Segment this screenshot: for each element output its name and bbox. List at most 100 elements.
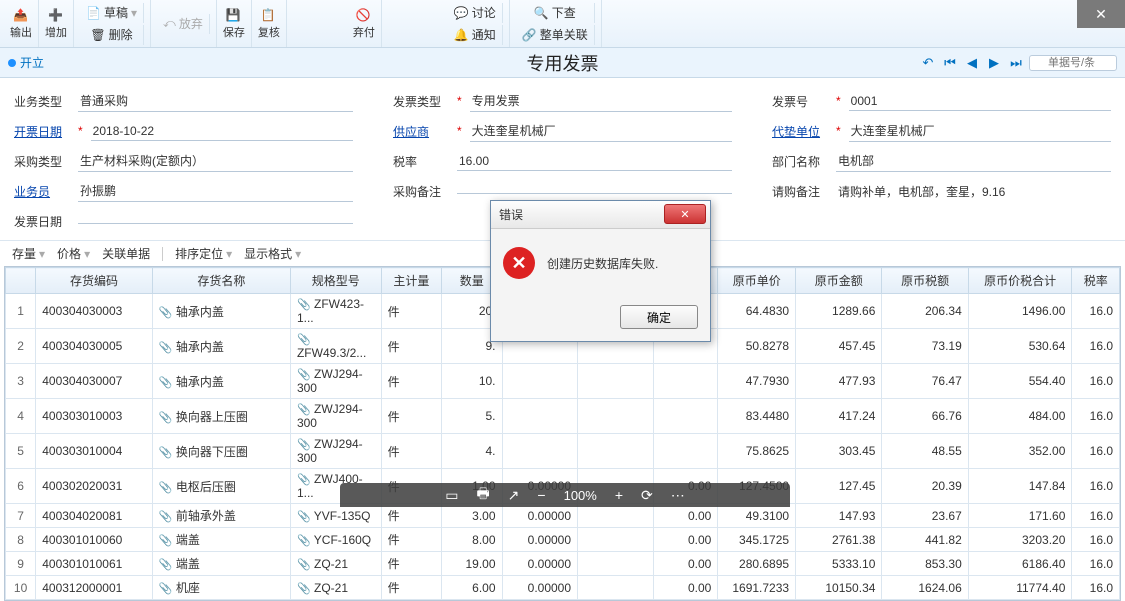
col-price[interactable]: 原币单价 (718, 268, 796, 294)
display-button[interactable]: 显示格式▾ (244, 245, 301, 262)
cell-h6[interactable]: 0.00000 (502, 552, 578, 576)
cell-total[interactable]: 554.40 (968, 364, 1072, 399)
cell-code[interactable]: 400303010003 (36, 399, 153, 434)
cell-price[interactable]: 47.7930 (718, 364, 796, 399)
cell-spec[interactable]: 📎 ZFW49.3/2... (290, 329, 381, 364)
cell-tax[interactable]: 206.34 (882, 294, 968, 329)
supplier-label[interactable]: 供应商 (393, 123, 449, 140)
cell-h8[interactable]: 0.00 (653, 576, 718, 600)
inv-date-label[interactable]: 开票日期 (14, 123, 70, 140)
cell-total[interactable]: 1496.00 (968, 294, 1072, 329)
zoom-rotate-icon[interactable]: ⟳ (641, 487, 653, 504)
col-name[interactable]: 存货名称 (152, 268, 290, 294)
cell-rate[interactable]: 16.0 (1072, 576, 1120, 600)
notify-button[interactable]: 🔔通知 (448, 25, 503, 45)
cell-rate[interactable]: 16.0 (1072, 504, 1120, 528)
cell-h7[interactable] (578, 552, 654, 576)
cell-h6[interactable]: 0.00000 (502, 504, 578, 528)
cell-spec[interactable]: 📎 ZWJ294-300 (290, 364, 381, 399)
dialog-ok-button[interactable]: 确定 (620, 305, 698, 329)
cell-price[interactable]: 280.6895 (718, 552, 796, 576)
col-rate[interactable]: 税率 (1072, 268, 1120, 294)
cell-name[interactable]: 📎 端盖 (152, 528, 290, 552)
cell-name[interactable]: 📎 轴承内盖 (152, 364, 290, 399)
table-row[interactable]: 5400303010004📎 换向器下压圈📎 ZWJ294-300件4.75.8… (6, 434, 1120, 469)
col-unit[interactable]: 主计量 (381, 268, 441, 294)
cell-unit[interactable]: 件 (381, 528, 441, 552)
table-row[interactable]: 7400304020081📎 前轴承外盖📎 YVF-135Q件3.000.000… (6, 504, 1120, 528)
cell-code[interactable]: 400304030003 (36, 294, 153, 329)
cell-name[interactable]: 📎 前轴承外盖 (152, 504, 290, 528)
cell-h7[interactable] (578, 399, 654, 434)
cell-qty[interactable]: 4. (442, 434, 502, 469)
inv-type-field[interactable]: 专用发票 (470, 90, 732, 112)
cell-amt[interactable]: 147.93 (796, 504, 882, 528)
cell-total[interactable]: 352.00 (968, 434, 1072, 469)
zoom-out-button[interactable]: − (537, 487, 545, 503)
cell-total[interactable]: 3203.20 (968, 528, 1072, 552)
dialog-close-button[interactable]: ✕ (664, 204, 706, 224)
cell-price[interactable]: 64.4830 (718, 294, 796, 329)
cell-unit[interactable]: 件 (381, 399, 441, 434)
related-docs-button[interactable]: 关联单据 (102, 245, 150, 262)
cell-spec[interactable]: 📎 ZWJ294-300 (290, 434, 381, 469)
col-rownum[interactable] (6, 268, 36, 294)
cell-name[interactable]: 📎 轴承内盖 (152, 294, 290, 329)
cell-amt[interactable]: 477.93 (796, 364, 882, 399)
cell-tax[interactable]: 66.76 (882, 399, 968, 434)
zoom-save-icon[interactable]: ▭ (445, 487, 458, 504)
cell-tax[interactable]: 73.19 (882, 329, 968, 364)
save-button[interactable]: 💾 保存 (217, 0, 252, 47)
cell-code[interactable]: 400304020081 (36, 504, 153, 528)
cell-rate[interactable]: 16.0 (1072, 329, 1120, 364)
draft-button[interactable]: 📄草稿▾ (80, 3, 144, 23)
cell-code[interactable]: 400302020031 (36, 469, 153, 504)
inv-no-field[interactable]: 0001 (849, 92, 1111, 111)
search-input[interactable] (1029, 55, 1117, 71)
cell-h7[interactable] (578, 434, 654, 469)
cell-tax[interactable]: 441.82 (882, 528, 968, 552)
cell-name[interactable]: 📎 换向器下压圈 (152, 434, 290, 469)
cell-unit[interactable]: 件 (381, 576, 441, 600)
inv-date2-field[interactable] (78, 219, 353, 224)
pur-type-field[interactable]: 生产材料采购(定额内） (78, 150, 353, 172)
col-spec[interactable]: 规格型号 (290, 268, 381, 294)
cell-amt[interactable]: 303.45 (796, 434, 882, 469)
cell-spec[interactable]: 📎 YCF-160Q (290, 528, 381, 552)
cell-price[interactable]: 50.8278 (718, 329, 796, 364)
cell-h7[interactable] (578, 576, 654, 600)
abandon-button[interactable]: ⤺放弃 (157, 14, 210, 34)
cell-code[interactable]: 400304030005 (36, 329, 153, 364)
undo-button[interactable]: ↶ (919, 54, 937, 72)
table-row[interactable]: 9400301010061📎 端盖📎 ZQ-21件19.000.000000.0… (6, 552, 1120, 576)
next-button[interactable]: ▶ (985, 54, 1003, 72)
price-button[interactable]: 价格▾ (57, 245, 90, 262)
cell-qty[interactable]: 5. (442, 399, 502, 434)
cell-h8[interactable]: 0.00 (653, 504, 718, 528)
cell-tax[interactable]: 76.47 (882, 364, 968, 399)
cell-amt[interactable]: 417.24 (796, 399, 882, 434)
cell-name[interactable]: 📎 机座 (152, 576, 290, 600)
cell-price[interactable]: 83.4480 (718, 399, 796, 434)
cell-rate[interactable]: 16.0 (1072, 434, 1120, 469)
audit-button[interactable]: 📋 复核 (252, 0, 287, 47)
cell-h8[interactable]: 0.00 (653, 528, 718, 552)
cell-unit[interactable]: 件 (381, 504, 441, 528)
cell-h8[interactable] (653, 399, 718, 434)
cell-unit[interactable]: 件 (381, 434, 441, 469)
cell-h8[interactable] (653, 434, 718, 469)
cell-total[interactable]: 530.64 (968, 329, 1072, 364)
dialog-titlebar[interactable]: 错误 ✕ (491, 201, 710, 229)
cell-qty[interactable]: 8.00 (442, 528, 502, 552)
zoom-in-button[interactable]: + (615, 487, 623, 503)
col-tax[interactable]: 原币税额 (882, 268, 968, 294)
table-row[interactable]: 8400301010060📎 端盖📎 YCF-160Q件8.000.000000… (6, 528, 1120, 552)
cell-tax[interactable]: 853.30 (882, 552, 968, 576)
cell-rate[interactable]: 16.0 (1072, 552, 1120, 576)
cell-h7[interactable] (578, 528, 654, 552)
table-row[interactable]: 4400303010003📎 换向器上压圈📎 ZWJ294-300件5.83.4… (6, 399, 1120, 434)
cell-h6[interactable] (502, 399, 578, 434)
adv-unit-field[interactable]: 大连奎星机械厂 (849, 120, 1111, 142)
sales-label[interactable]: 业务员 (14, 183, 70, 200)
zoom-print-icon[interactable]: 🖶 (476, 483, 489, 507)
